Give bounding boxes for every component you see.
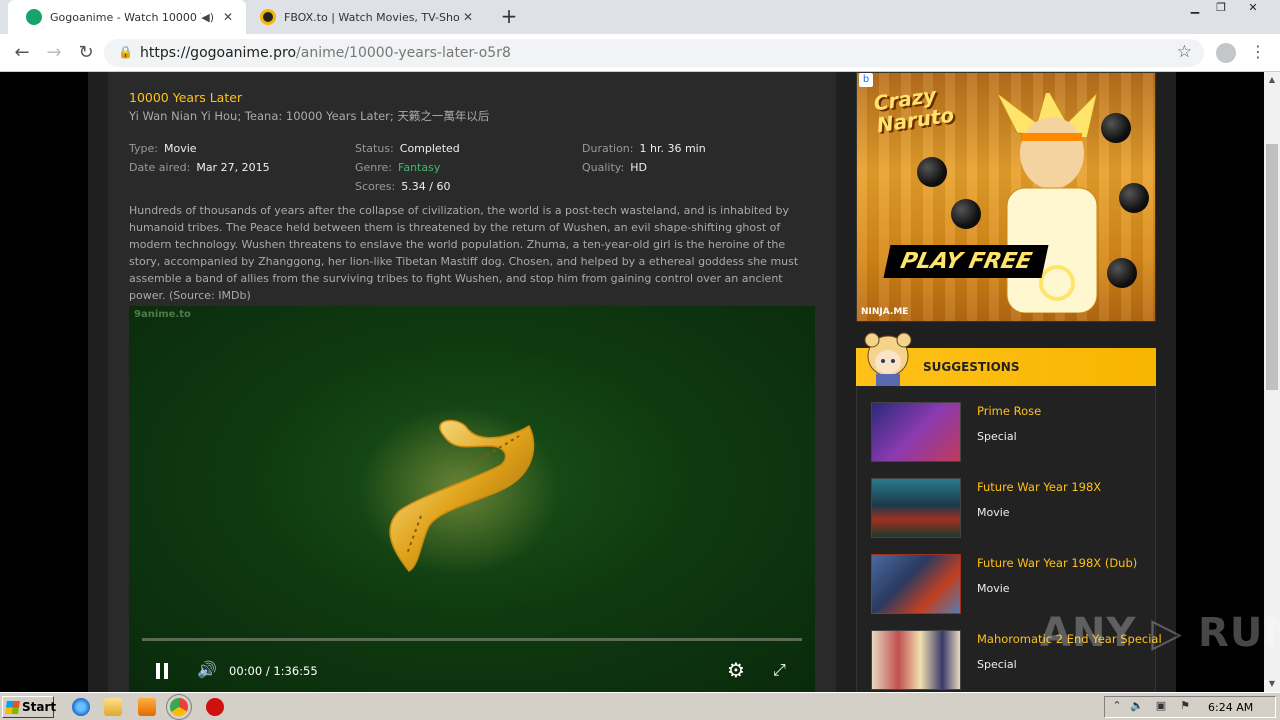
chrome-taskbar-icon[interactable] xyxy=(170,698,188,716)
gogoanime-favicon-icon xyxy=(26,9,42,25)
list-item[interactable]: Future War Year 198X (Dub) Movie xyxy=(871,554,1151,616)
browser-menu-icon[interactable]: ⋮ xyxy=(1250,42,1266,64)
suggestion-type: Special xyxy=(977,430,1017,443)
info-scores: Scores: 5.34 / 60 xyxy=(355,180,451,193)
close-tab-icon[interactable]: ✕ xyxy=(460,10,476,24)
taskbar-clock: 6:24 AM xyxy=(1208,701,1254,714)
page-viewport: 10000 Years Later Yi Wan Nian Yi Hou; Te… xyxy=(0,72,1264,692)
list-item[interactable]: Prime Rose Special xyxy=(871,402,1151,464)
suggestion-thumbnail[interactable] xyxy=(871,402,961,462)
info-duration: Duration: 1 hr. 36 min xyxy=(582,142,706,155)
player-watermark: 9anime.to xyxy=(134,309,191,320)
windows-logo-icon xyxy=(5,701,20,714)
genre-link[interactable]: Fantasy xyxy=(398,161,440,174)
info-quality: Quality: HD xyxy=(582,161,647,174)
film-reel-logo xyxy=(359,406,559,576)
volume-icon[interactable]: 🔊 xyxy=(197,660,217,679)
player-time: 00:00 / 1:36:55 xyxy=(229,664,318,678)
suggestion-type: Special xyxy=(977,658,1017,671)
reload-button[interactable]: ↻ xyxy=(74,41,98,65)
truth-seeker-orb xyxy=(917,157,947,187)
current-time: 00:00 xyxy=(229,664,263,678)
suggestions-title: SUGGESTIONS xyxy=(923,360,1020,374)
start-button[interactable]: Start xyxy=(2,696,56,718)
time-separator: / xyxy=(265,664,270,678)
anime-detail-panel: 10000 Years Later Yi Wan Nian Yi Hou; Te… xyxy=(108,72,836,692)
media-player-icon[interactable] xyxy=(138,698,156,716)
synopsis: Hundreds of thousands of years after the… xyxy=(129,204,799,302)
restore-button[interactable]: ❐ xyxy=(1208,0,1234,18)
network-tray-icon[interactable]: ▣ xyxy=(1154,699,1168,713)
tray-expand-icon[interactable]: ⌃ xyxy=(1110,699,1124,713)
scroll-down-arrow-icon[interactable]: ▼ xyxy=(1264,676,1280,692)
internet-explorer-icon[interactable] xyxy=(72,698,90,716)
tab-title: FBOX.to | Watch Movies, TV-Shows xyxy=(284,10,460,24)
chibi-mascot-image xyxy=(864,332,912,386)
opera-icon[interactable] xyxy=(206,698,224,716)
suggestion-type: Movie xyxy=(977,582,1010,595)
close-tab-icon[interactable]: ✕ xyxy=(220,10,236,24)
ad-logo: Crazy Naruto xyxy=(872,82,956,138)
minimize-button[interactable]: ▁ xyxy=(1182,0,1208,18)
suggestion-title[interactable]: Future War Year 198X (Dub) xyxy=(977,556,1137,570)
suggestion-title[interactable]: Future War Year 198X xyxy=(977,480,1101,494)
truth-seeker-orb xyxy=(1101,113,1131,143)
pause-button[interactable] xyxy=(156,663,170,679)
truth-seeker-orb xyxy=(1119,183,1149,213)
windows-taskbar: Start ⌃ 🔈 ▣ ⚑ 6:24 AM xyxy=(0,692,1280,720)
volume-tray-icon[interactable]: 🔈 xyxy=(1130,699,1144,713)
scrollbar-thumb[interactable] xyxy=(1266,144,1278,390)
close-window-button[interactable]: ✕ xyxy=(1240,0,1266,18)
tab-title: Gogoanime - Watch 10000 Years xyxy=(50,10,201,24)
fullscreen-icon[interactable]: ⤢ xyxy=(773,660,786,680)
suggestions-header: SUGGESTIONS xyxy=(856,332,1156,386)
player-progress-bar[interactable] xyxy=(142,638,802,641)
scroll-up-arrow-icon[interactable]: ▲ xyxy=(1264,72,1280,88)
speaker-icon[interactable]: ◀) xyxy=(201,11,214,24)
tab-gogoanime[interactable]: Gogoanime - Watch 10000 Years ◀) ✕ xyxy=(8,0,246,34)
info-date-aired: Date aired: Mar 27, 2015 xyxy=(129,161,270,174)
back-button[interactable]: ← xyxy=(10,41,34,65)
suggestion-thumbnail[interactable] xyxy=(871,630,961,690)
suggestion-title[interactable]: Prime Rose xyxy=(977,404,1041,418)
info-type: Type: Movie xyxy=(129,142,197,155)
sidebar: b Crazy Naruto PLAY FREE NINJA.ME SUGGES… xyxy=(856,72,1162,692)
advertisement-banner[interactable]: b Crazy Naruto PLAY FREE NINJA.ME xyxy=(856,72,1156,322)
video-player[interactable]: 9anime.to 🔊 00:00 / 1:36:55 ⚙ ⤢ xyxy=(129,306,815,692)
anime-title: 10000 Years Later xyxy=(129,90,243,105)
info-genre: Genre: Fantasy xyxy=(355,161,441,174)
info-status: Status: Completed xyxy=(355,142,460,155)
total-duration: 1:36:55 xyxy=(273,664,318,678)
ad-badge: b xyxy=(859,73,873,87)
tab-strip: Gogoanime - Watch 10000 Years ◀) ✕ FBOX.… xyxy=(0,0,1280,34)
fbox-favicon-icon xyxy=(260,9,276,25)
address-bar[interactable]: 🔒 https://gogoanime.pro/anime/10000-year… xyxy=(104,39,1204,67)
page-container: 10000 Years Later Yi Wan Nian Yi Hou; Te… xyxy=(88,72,1176,692)
settings-gear-icon[interactable]: ⚙ xyxy=(727,658,745,682)
anyrun-watermark: ANY ▷ RUN xyxy=(1040,610,1280,656)
suggestion-thumbnail[interactable] xyxy=(871,554,961,614)
action-center-flag-icon[interactable]: ⚑ xyxy=(1178,699,1192,713)
truth-seeker-orb xyxy=(1107,258,1137,288)
page-scrollbar[interactable]: ▲ ▼ xyxy=(1264,72,1280,692)
file-explorer-icon[interactable] xyxy=(104,698,122,716)
bookmark-star-icon[interactable]: ☆ xyxy=(1177,42,1192,62)
url-text[interactable]: https://gogoanime.pro/anime/10000-years-… xyxy=(140,45,511,61)
list-item[interactable]: Future War Year 198X Movie xyxy=(871,478,1151,540)
tab-fbox[interactable]: FBOX.to | Watch Movies, TV-Shows ✕ xyxy=(246,0,486,34)
suggestion-type: Movie xyxy=(977,506,1010,519)
forward-button[interactable]: → xyxy=(42,41,66,65)
lock-icon: 🔒 xyxy=(118,45,133,59)
browser-toolbar: ← → ↻ 🔒 https://gogoanime.pro/anime/1000… xyxy=(0,34,1280,72)
profile-avatar[interactable] xyxy=(1216,43,1236,63)
truth-seeker-orb xyxy=(951,199,981,229)
ad-brand: NINJA.ME xyxy=(861,307,909,317)
anime-other-names: Yi Wan Nian Yi Hou; Teana: 10000 Years L… xyxy=(129,109,490,123)
new-tab-button[interactable]: + xyxy=(498,5,520,27)
suggestion-thumbnail[interactable] xyxy=(871,478,961,538)
ad-play-free-button[interactable]: PLAY FREE xyxy=(883,245,1049,278)
